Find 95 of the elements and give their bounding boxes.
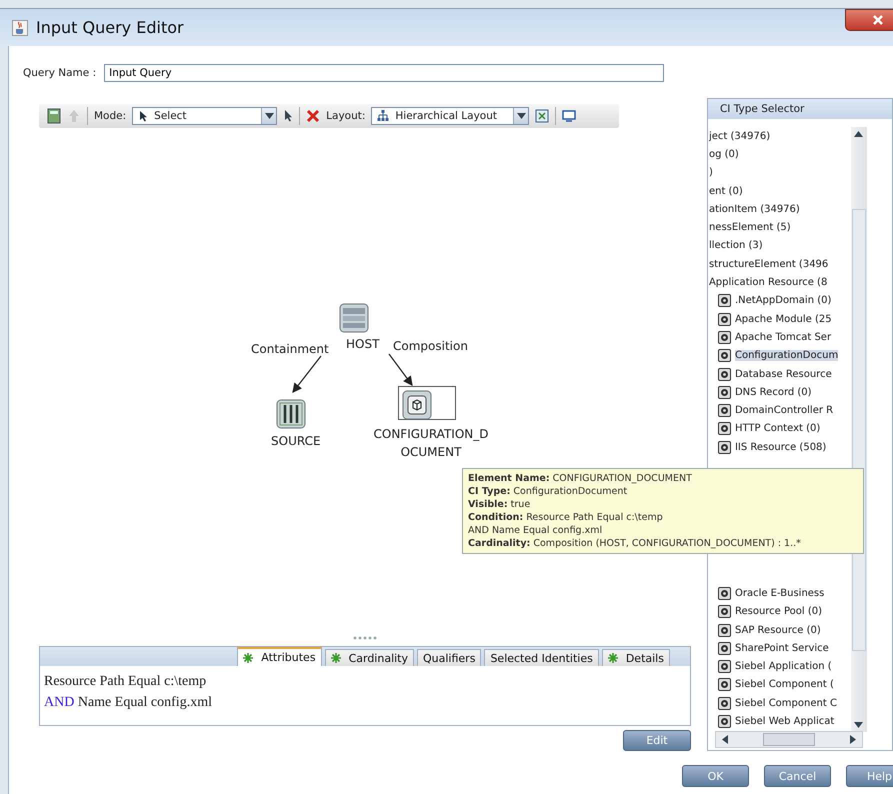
caret-icon bbox=[264, 113, 274, 119]
package-icon bbox=[718, 294, 731, 308]
package-icon bbox=[718, 715, 731, 728]
tree-item[interactable]: Database Resource bbox=[734, 368, 832, 380]
tree-item[interactable]: Siebel Component C bbox=[734, 698, 837, 709]
tree-item[interactable]: ject (34976) bbox=[708, 127, 770, 146]
calculator-icon[interactable] bbox=[47, 108, 61, 124]
mode-label: Mode: bbox=[94, 110, 126, 122]
tooltip-line: CI Type: ConfigurationDocument bbox=[468, 485, 628, 498]
horizontal-scrollbar[interactable] bbox=[714, 731, 863, 748]
tree-item[interactable]: Oracle E-Business bbox=[734, 588, 824, 599]
tree-item[interactable]: ConfigurationDocum bbox=[734, 350, 838, 362]
grid-icon[interactable] bbox=[535, 109, 550, 123]
package-icon bbox=[718, 330, 731, 344]
package-icon bbox=[718, 642, 731, 655]
relation-label: Containment bbox=[251, 342, 329, 356]
tree-item[interactable]: Siebel Web Applicat bbox=[734, 716, 834, 728]
tree-item[interactable]: Siebel Component ( bbox=[734, 679, 834, 690]
scroll-up-icon[interactable] bbox=[854, 131, 864, 137]
package-icon bbox=[718, 605, 731, 618]
condition-line: Resource Path Equal c:\temp bbox=[44, 673, 208, 691]
coffee-cup-icon bbox=[12, 20, 28, 36]
tree-item[interactable]: ent (0) bbox=[708, 182, 743, 200]
package-icon bbox=[718, 404, 731, 418]
tree-item[interactable]: Apache Module (25 bbox=[734, 314, 832, 325]
details-tab[interactable]: Attributes bbox=[237, 647, 322, 666]
tree-item[interactable]: llection (3) bbox=[708, 236, 763, 256]
package-icon bbox=[718, 624, 731, 637]
node-icon[interactable] bbox=[398, 386, 456, 420]
connector-arrow bbox=[292, 356, 322, 393]
tree-item[interactable]: Resource Pool (0) bbox=[734, 606, 822, 618]
package-icon bbox=[718, 422, 731, 436]
caret-icon bbox=[516, 113, 526, 119]
tooltip-line: Cardinality: Composition (HOST, CONFIGURATION_DOCUMENT) : 1..* bbox=[468, 537, 802, 550]
tooltip-line: AND Name Equal config.xml bbox=[468, 524, 604, 537]
pointer-icon[interactable] bbox=[283, 109, 294, 123]
scroll-right-icon[interactable] bbox=[850, 735, 856, 744]
tooltip-line: Visible: true bbox=[468, 498, 532, 511]
star-icon bbox=[243, 652, 254, 662]
tree-item[interactable]: nessElement (5) bbox=[708, 218, 791, 237]
query-name-label: Query Name : bbox=[23, 67, 96, 79]
tree-item[interactable]: Apache Tomcat Ser bbox=[734, 332, 832, 343]
hierarchy-icon bbox=[377, 110, 390, 122]
tree-item[interactable]: .NetAppDomain (0) bbox=[734, 295, 832, 306]
node-icon[interactable] bbox=[276, 399, 306, 429]
panel-header: CI Type Selector bbox=[708, 99, 892, 119]
tree-item[interactable]: IIS Resource (508) bbox=[734, 442, 826, 453]
package-icon bbox=[718, 660, 731, 674]
tooltip-line: Condition: Resource Path Equal c:\temp bbox=[468, 511, 664, 524]
scroll-left-icon[interactable] bbox=[722, 735, 728, 744]
tree-item[interactable]: structureElement (3496 bbox=[708, 255, 828, 274]
details-tab[interactable]: Selected Identities bbox=[484, 649, 599, 666]
tree-item[interactable]: SharePoint Service bbox=[734, 642, 829, 654]
package-icon bbox=[718, 696, 731, 710]
star-icon bbox=[330, 653, 341, 663]
node-icon[interactable] bbox=[339, 303, 369, 333]
layout-label: Layout: bbox=[326, 110, 366, 122]
connector-arrow bbox=[388, 354, 413, 386]
delete-icon[interactable] bbox=[306, 109, 320, 123]
node-label: CONFIGURATION_DOCUMENT bbox=[372, 426, 490, 461]
package-icon bbox=[718, 312, 731, 326]
package-icon bbox=[718, 386, 731, 399]
package-icon bbox=[718, 368, 731, 380]
scroll-down-icon[interactable] bbox=[854, 722, 864, 728]
details-tab[interactable]: Cardinality bbox=[324, 649, 414, 666]
tree-item[interactable]: HTTP Context (0) bbox=[734, 423, 820, 434]
window-title: Input Query Editor bbox=[36, 18, 184, 37]
tree-item[interactable]: DNS Record (0) bbox=[734, 386, 812, 398]
details-tab[interactable]: Details bbox=[602, 649, 670, 666]
package-icon bbox=[718, 440, 731, 454]
tree-item[interactable]: og (0) bbox=[708, 145, 739, 164]
node-label: HOST bbox=[346, 337, 380, 351]
star-icon bbox=[608, 653, 618, 663]
package-icon bbox=[718, 678, 731, 692]
close-icon bbox=[872, 14, 884, 26]
condition-line: AND Name Equal config.xml bbox=[44, 694, 213, 712]
tree-item[interactable]: Siebel Application ( bbox=[734, 661, 832, 672]
package-icon bbox=[718, 586, 731, 600]
tree-item[interactable]: ationItem (34976) bbox=[708, 200, 800, 218]
relation-label: Composition bbox=[393, 339, 468, 353]
tree-item[interactable]: ) bbox=[708, 164, 713, 182]
tree-item[interactable]: SAP Resource (0) bbox=[734, 624, 821, 636]
monitor-icon[interactable] bbox=[562, 109, 576, 123]
close-button[interactable] bbox=[845, 9, 893, 31]
details-tab[interactable]: Qualifiers bbox=[417, 649, 482, 666]
tree-item[interactable]: Application Resource (8 bbox=[708, 273, 828, 292]
package-icon bbox=[718, 349, 731, 362]
mode-dropdown[interactable]: Select bbox=[132, 107, 278, 125]
tooltip-line: Element Name: CONFIGURATION_DOCUMENT bbox=[468, 472, 693, 485]
splitter-handle-icon[interactable] bbox=[352, 636, 377, 640]
node-label: SOURCE bbox=[271, 434, 321, 448]
query-name-field[interactable]: Input Query bbox=[104, 64, 664, 82]
layout-dropdown[interactable]: Hierarchical Layout bbox=[371, 107, 530, 125]
pointer-icon bbox=[138, 110, 148, 122]
tree-item[interactable]: DomainController R bbox=[734, 405, 834, 416]
